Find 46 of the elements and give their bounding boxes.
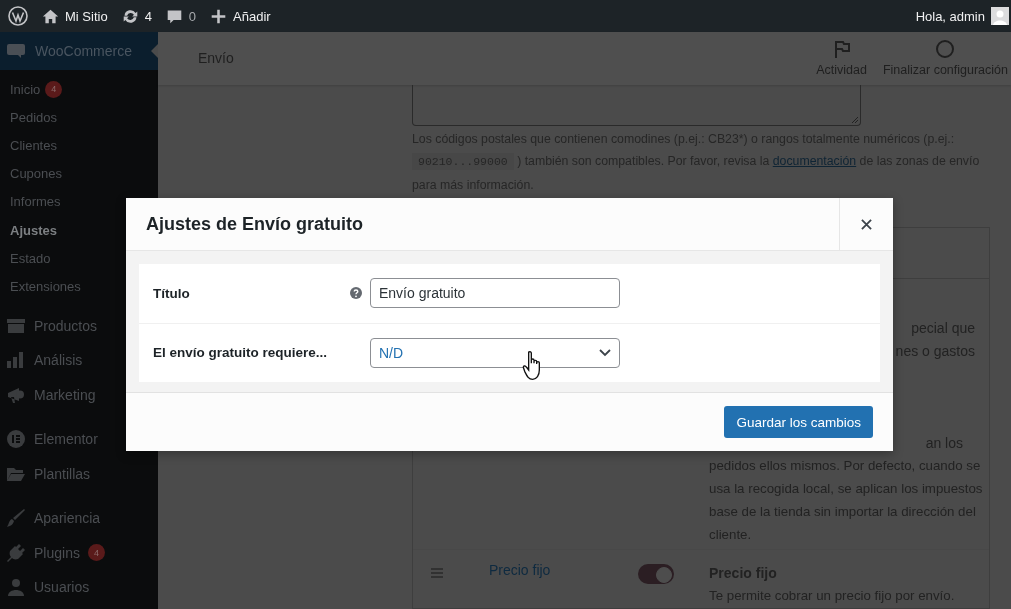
avatar-icon[interactable] [991, 7, 1009, 25]
drag-handle-icon[interactable] [431, 568, 443, 579]
count-badge: 4 [45, 80, 63, 98]
menu-item[interactable]: Apariencia [0, 501, 158, 536]
elementor-icon [6, 429, 26, 450]
brush-icon [6, 508, 26, 529]
updates-link[interactable]: 4 [121, 7, 152, 25]
documentation-link[interactable]: documentación [772, 154, 857, 169]
menu-item[interactable]: Marketing [0, 377, 158, 412]
chevron-down-icon [599, 348, 611, 357]
menu-item[interactable]: Productos [0, 308, 158, 343]
circle-icon [935, 39, 956, 60]
submenu-item[interactable]: Inicio 4 [0, 75, 158, 104]
requirement-select[interactable]: N/D [370, 337, 620, 368]
home-icon [42, 7, 59, 25]
wordpress-logo-icon[interactable] [8, 6, 28, 26]
save-button[interactable]: Guardar los cambios [724, 406, 873, 438]
count-badge: 4 [87, 544, 105, 562]
bar-chart-icon [6, 350, 26, 371]
submenu-item[interactable]: Pedidos [0, 103, 158, 132]
new-link[interactable]: Añadir [210, 7, 271, 25]
site-link[interactable]: Mi Sitio [42, 7, 108, 25]
method-name-link[interactable]: Precio fijo [488, 562, 551, 579]
plus-icon [210, 7, 228, 25]
postcodes-textarea[interactable] [412, 84, 861, 126]
woocommerce-menu-item[interactable]: WooCommerce [0, 32, 158, 70]
help-icon[interactable] [350, 287, 362, 300]
modal-title: Ajustes de Envío gratuito [145, 213, 365, 235]
resize-grip-icon [851, 115, 859, 124]
menu-item[interactable]: Plantillas [0, 456, 158, 491]
submenu-item[interactable]: Clientes [0, 131, 158, 160]
account-link[interactable]: Hola, admin [915, 8, 985, 24]
plug-icon [6, 542, 26, 563]
title-input[interactable]: Envío gratuito [370, 278, 620, 309]
menu-item[interactable]: Elementor [0, 422, 158, 457]
comments-link[interactable]: 0 [165, 7, 197, 25]
menu-item[interactable]: Plugins 4 [0, 535, 158, 570]
user-icon [6, 577, 26, 598]
enabled-toggle[interactable] [637, 564, 674, 585]
menu-item[interactable]: Usuarios [0, 570, 158, 605]
close-icon [861, 218, 872, 230]
refresh-icon [121, 7, 139, 25]
submenu-item[interactable]: Cupones [0, 159, 158, 188]
field-label: El envío gratuito requiere... [153, 345, 329, 361]
woo-bubble-icon [6, 43, 26, 59]
field-label: Título [153, 285, 191, 301]
